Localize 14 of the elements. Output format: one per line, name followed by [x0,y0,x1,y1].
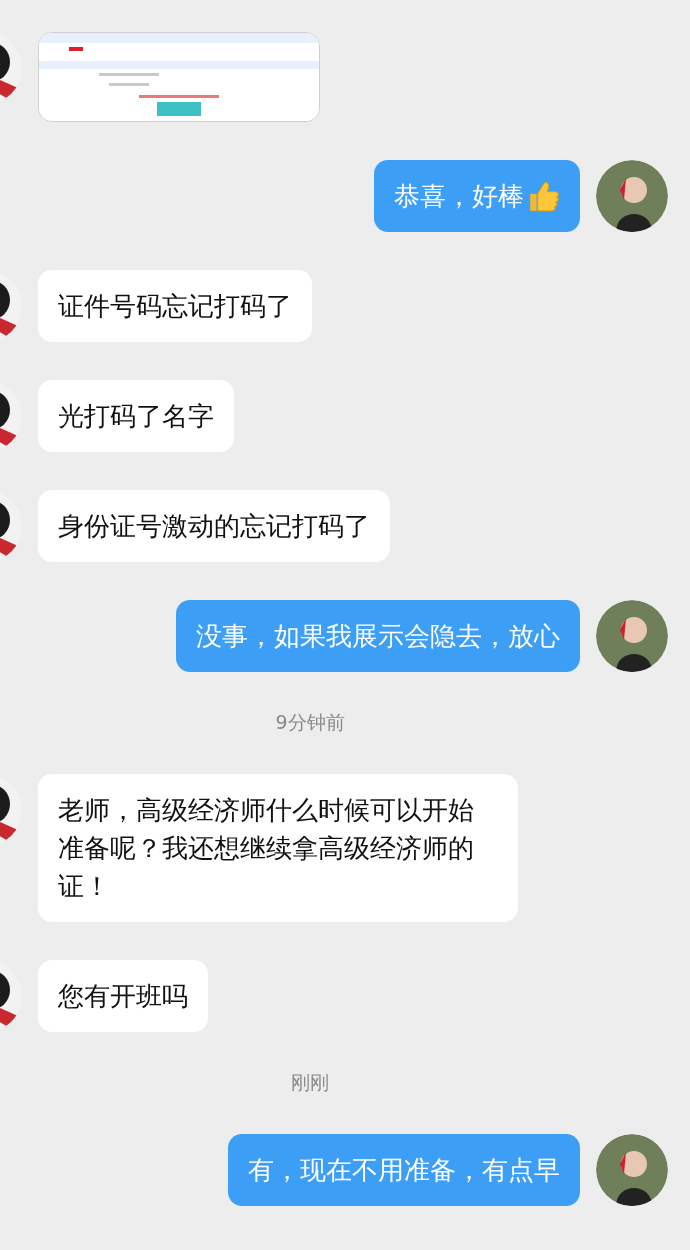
message-bubble: 光打码了名字 [38,380,234,452]
message-bubble: 没事，如果我展示会隐去，放心 [176,600,580,672]
timestamp: 9分钟前 [275,710,345,735]
message-bubble: 证件号码忘记打码了 [38,270,312,342]
message-bubble: 老师，高级经济师什么时候可以开始准备呢？我还想继续拿高级经济师的证！ [38,774,518,922]
timestamp: 刚刚 [291,1070,329,1095]
message-bubble: 恭喜，好棒 [374,160,580,232]
message-bubble: 身份证号激动的忘记打码了 [38,490,390,562]
avatar[interactable] [596,600,668,672]
message-bubble: 有，现在不用准备，有点早 [228,1134,580,1206]
message-bubble: 您有开班吗 [38,960,208,1032]
avatar[interactable] [596,160,668,232]
avatar[interactable] [596,1134,668,1206]
image-thumbnail[interactable] [38,32,320,122]
